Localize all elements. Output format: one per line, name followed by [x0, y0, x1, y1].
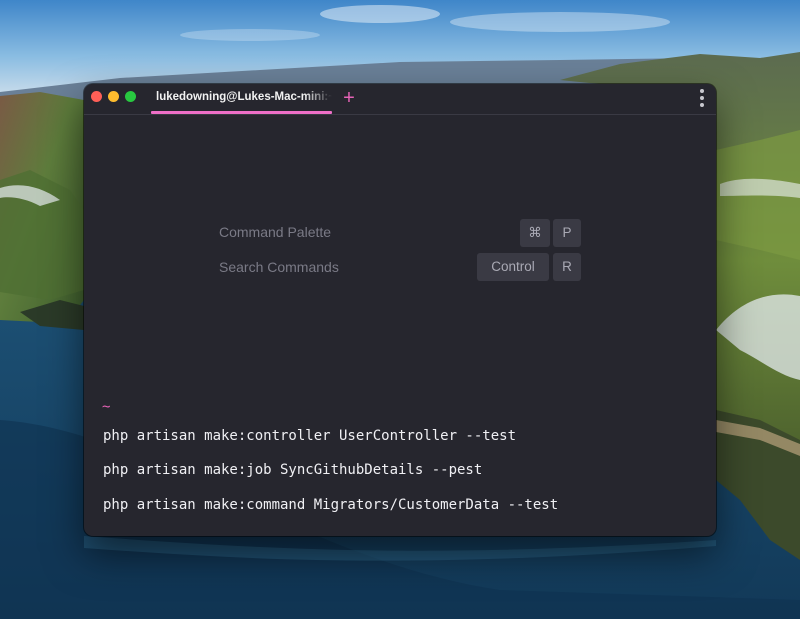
vertical-dots-icon-dot: [700, 96, 704, 100]
tab-terminal-session[interactable]: lukedowning@Lukes-Mac-mini:~: [151, 84, 332, 114]
vertical-dots-icon-dot: [700, 103, 704, 107]
command-line[interactable]: php artisan make:controller UserControll…: [103, 428, 516, 444]
shortcut-key-control: Control: [477, 253, 549, 281]
search-commands-label[interactable]: Search Commands: [219, 259, 339, 275]
plus-icon: +: [343, 87, 355, 109]
new-tab-button[interactable]: +: [338, 85, 360, 111]
shortcut-key-cmd: ⌘: [520, 219, 550, 247]
shortcut-key-p: P: [553, 219, 581, 247]
command-line[interactable]: php artisan make:job SyncGithubDetails -…: [103, 462, 482, 478]
terminal-window: lukedowning@Lukes-Mac-mini:~ + Command P…: [84, 84, 716, 536]
command-palette-label[interactable]: Command Palette: [219, 224, 331, 240]
vertical-dots-icon: [700, 89, 704, 93]
window-menu-button[interactable]: [699, 89, 705, 111]
zoom-window-button[interactable]: [125, 91, 136, 102]
command-line[interactable]: php artisan make:command Migrators/Custo…: [103, 497, 558, 513]
active-tab-indicator: [151, 111, 332, 114]
tab-title: lukedowning@Lukes-Mac-mini:~: [156, 91, 332, 103]
shortcut-key-r: R: [553, 253, 581, 281]
title-bar: lukedowning@Lukes-Mac-mini:~ +: [84, 84, 716, 115]
shell-prompt-directory: ~: [102, 399, 111, 415]
close-window-button[interactable]: [91, 91, 102, 102]
minimize-window-button[interactable]: [108, 91, 119, 102]
